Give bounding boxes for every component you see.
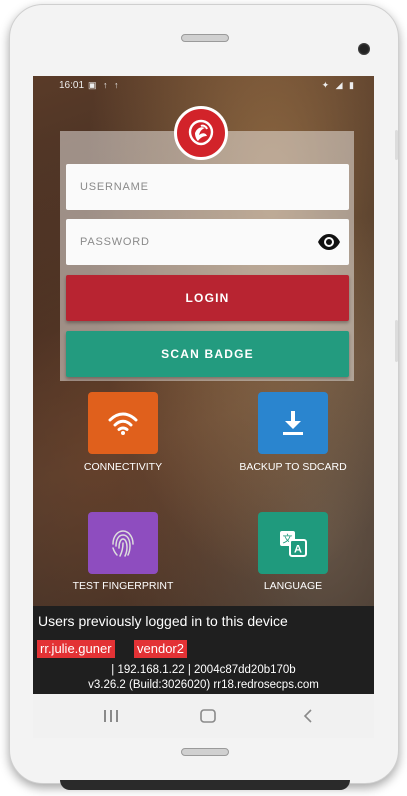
fingerprint-tile[interactable] xyxy=(88,512,158,574)
home-button[interactable] xyxy=(196,704,220,728)
connectivity-label: CONNECTIVITY xyxy=(83,461,163,473)
login-button[interactable]: LOGIN xyxy=(66,275,349,321)
password-placeholder: PASSWORD xyxy=(80,236,150,248)
device-info: | 192.168.1.22 | 2004c87dd20b170b xyxy=(111,664,296,676)
previous-users-title: Users previously logged in to this devic… xyxy=(38,613,288,629)
back-button[interactable] xyxy=(296,704,320,728)
app-screen: 16:01 ▣ ↑ ↑ ✦ ◢ ▮ USERNAME PASSWORD LOGI… xyxy=(33,76,374,694)
recent-apps-icon xyxy=(104,710,118,722)
signal-battery-icons: ✦ ◢ ▮ xyxy=(321,80,356,90)
status-time: 16:01 xyxy=(59,80,85,91)
bottom-speaker xyxy=(181,748,229,756)
password-input[interactable]: PASSWORD xyxy=(66,219,349,265)
user-chip-julie[interactable]: rr.julie.guner xyxy=(37,640,115,658)
android-nav-bar xyxy=(33,694,374,738)
phone-bottom-edge xyxy=(60,780,350,790)
home-icon xyxy=(200,709,216,723)
red-rose-logo xyxy=(174,106,228,160)
backup-tile[interactable] xyxy=(258,392,328,454)
translate-icon: 文 A xyxy=(280,531,307,557)
backup-label: BACKUP TO SDCARD xyxy=(239,461,347,473)
previous-users-panel: Users previously logged in to this devic… xyxy=(33,606,374,694)
wifi-icon xyxy=(108,412,138,435)
language-tile[interactable]: 文 A xyxy=(258,512,328,574)
svg-text:A: A xyxy=(294,544,302,556)
front-camera xyxy=(358,43,370,55)
language-label: LANGUAGE xyxy=(263,580,323,592)
earpiece-speaker xyxy=(181,34,229,42)
back-icon xyxy=(303,709,312,723)
user-chip-vendor2[interactable]: vendor2 xyxy=(134,640,187,658)
download-icon xyxy=(283,411,303,435)
username-placeholder: USERNAME xyxy=(80,181,149,193)
fingerprint-icon xyxy=(112,530,134,557)
username-input[interactable]: USERNAME xyxy=(66,164,349,210)
eye-icon[interactable] xyxy=(317,232,341,252)
scan-badge-button[interactable]: SCAN BADGE xyxy=(66,331,349,377)
power-button xyxy=(395,320,398,362)
notification-icons: ▣ ↑ ↑ xyxy=(88,80,121,90)
recent-apps-button[interactable] xyxy=(99,704,123,728)
rose-icon xyxy=(188,119,214,146)
connectivity-tile[interactable] xyxy=(88,392,158,454)
version-info: v3.26.2 (Build:3026020) rr18.redrosecps.… xyxy=(88,679,319,691)
status-bar: 16:01 ▣ ↑ ↑ ✦ ◢ ▮ xyxy=(33,76,374,96)
fingerprint-label: TEST FINGERPRINT xyxy=(72,580,174,592)
volume-button xyxy=(395,130,398,160)
